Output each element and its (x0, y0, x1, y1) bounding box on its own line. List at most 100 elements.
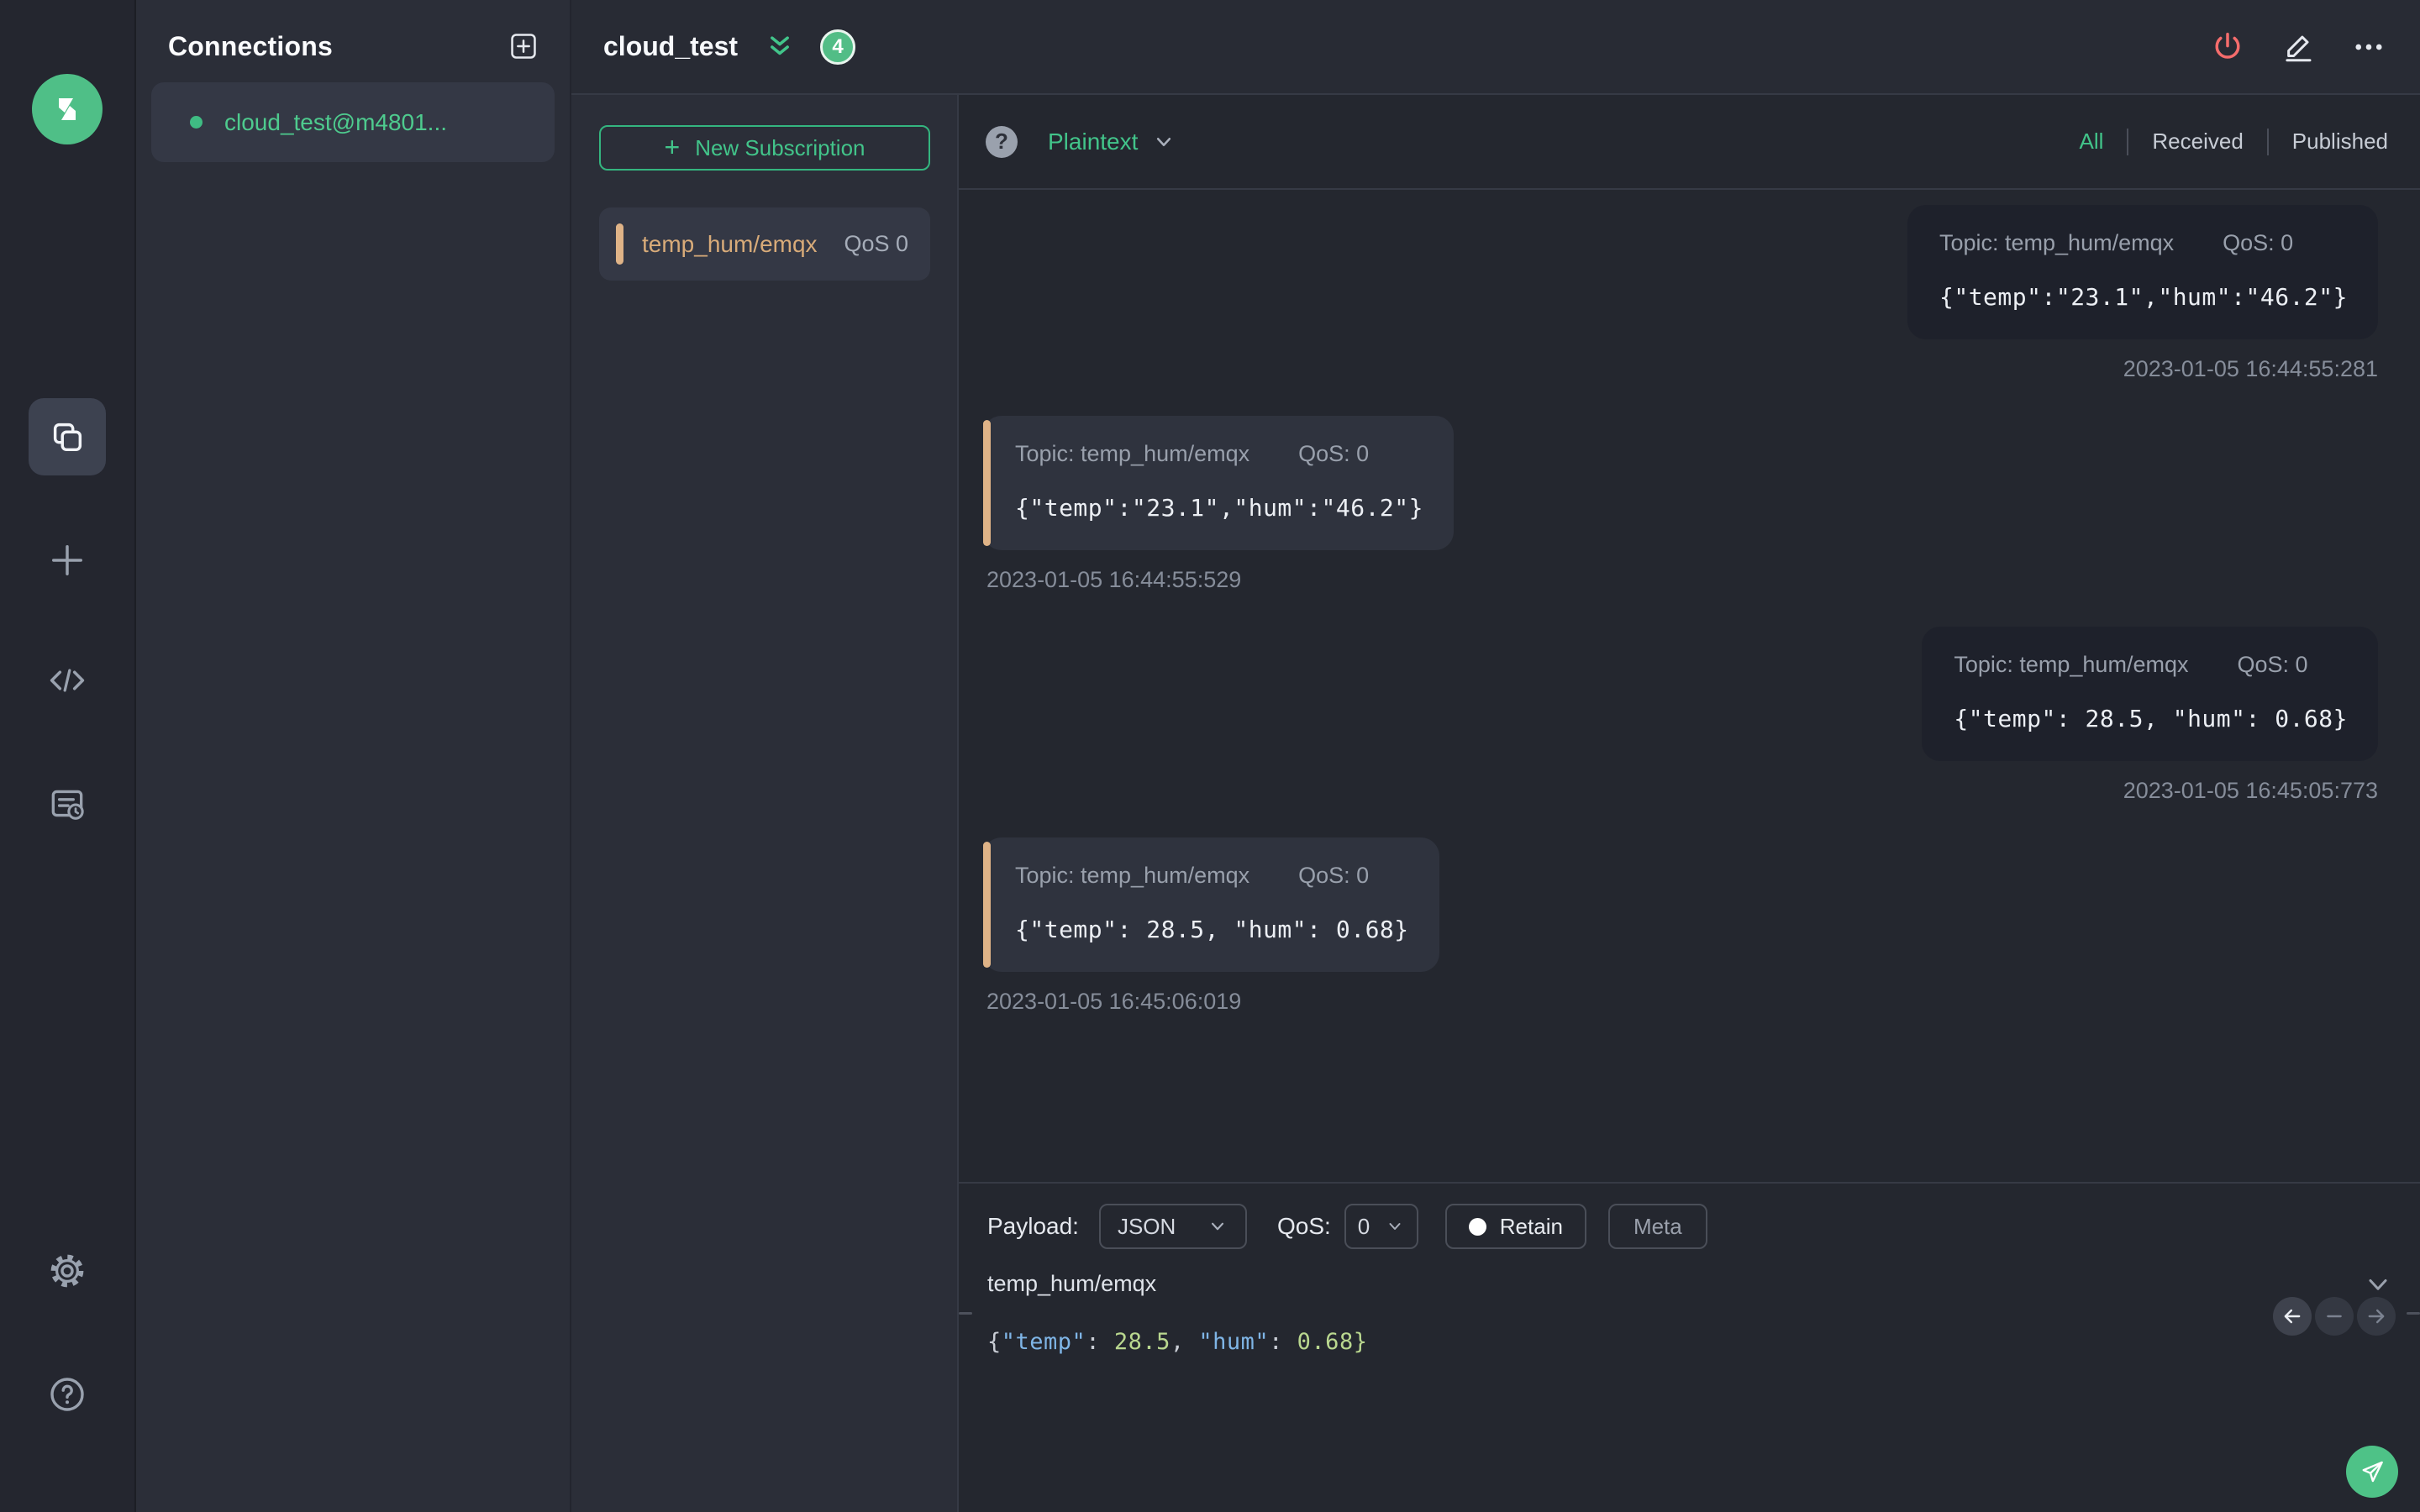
subscription-color-bar (616, 223, 623, 265)
message-timestamp: 2023-01-05 16:45:06:019 (986, 989, 1242, 1014)
subscription-count-badge: 4 (820, 29, 856, 65)
retain-toggle[interactable]: Retain (1444, 1204, 1586, 1249)
topbar-left: cloud_test 4 (603, 29, 856, 65)
topbar-actions (2210, 29, 2386, 65)
editor-resize-handle[interactable] (959, 1312, 2420, 1315)
message-qos: QoS: 0 (1298, 441, 1370, 466)
connections-title: Connections (168, 30, 333, 61)
connection-workspace: cloud_test 4 + New Subscription temp_hum… (571, 0, 2420, 1512)
message-topic: Topic: temp_hum/emqx (1015, 441, 1250, 466)
publish-panel: Payload: JSON QoS: 0 Retain Meta temp_hu… (959, 1182, 2420, 1512)
disconnect-button[interactable] (2210, 29, 2245, 65)
qos-select[interactable]: 0 (1344, 1204, 1418, 1249)
connection-topbar: cloud_test 4 (571, 0, 2420, 95)
sidebar-item-script[interactable] (29, 642, 106, 719)
retain-label: Retain (1499, 1213, 1563, 1239)
mqttx-logo[interactable] (32, 74, 103, 144)
collapse-panel-button[interactable] (763, 30, 797, 64)
plus-icon: + (664, 131, 681, 162)
add-connection-button[interactable] (508, 30, 539, 62)
chevron-down-icon (1151, 129, 1176, 155)
plus-square-icon (511, 34, 536, 59)
message-history-nav (2273, 1297, 2396, 1336)
message-qos: QoS: 0 (2237, 652, 2308, 677)
arrow-right-icon (2368, 1309, 2385, 1324)
chevron-down-icon (2369, 1279, 2387, 1290)
chevron-down-icon (1389, 1223, 1401, 1230)
subscription-item[interactable]: temp_hum/emqx QoS 0 (599, 207, 930, 281)
message-timestamp: 2023-01-05 16:44:55:281 (2123, 356, 2378, 381)
message-qos: QoS: 0 (2223, 230, 2294, 255)
new-subscription-label: New Subscription (695, 134, 865, 160)
message-payload: {"temp":"23.1","hum":"46.2"} (1939, 283, 2348, 311)
message-qos: QoS: 0 (1298, 863, 1370, 888)
publish-toolbar: Payload: JSON QoS: 0 Retain Meta (987, 1204, 2420, 1249)
message-payload: {"temp":"23.1","hum":"46.2"} (1015, 494, 1424, 522)
message-bubble[interactable]: Topic: temp_hum/emqx QoS: 0 {"temp": 28.… (1922, 627, 2378, 761)
message-format-select[interactable]: ? Plaintext (986, 125, 1176, 158)
subscriptions-panel: + New Subscription temp_hum/emqx QoS 0 (571, 95, 959, 1512)
message-filters: All Received Published (2079, 128, 2388, 155)
chevron-down-icon (1211, 1222, 1224, 1231)
connections-header: Connections (151, 0, 555, 62)
pencil-icon (2286, 35, 2312, 61)
sidebar-item-help[interactable] (29, 1356, 106, 1433)
history-next-button[interactable] (2357, 1297, 2396, 1336)
more-options-button[interactable] (2351, 29, 2386, 65)
messages-toolbar: ? Plaintext All Received Published (959, 95, 2420, 190)
sidebar-item-connections[interactable] (29, 398, 106, 475)
message-topic: Topic: temp_hum/emqx (1954, 652, 2189, 677)
message-list: Topic: temp_hum/emqx QoS: 0 {"temp":"23.… (959, 190, 2420, 1182)
gear-icon (50, 1254, 84, 1288)
message-bubble[interactable]: Topic: temp_hum/emqx QoS: 0 {"temp": 28.… (983, 837, 1439, 972)
message-bubble[interactable]: Topic: temp_hum/emqx QoS: 0 {"temp":"23.… (1907, 205, 2378, 339)
sidebar-item-log[interactable] (29, 765, 106, 843)
filter-divider (2266, 128, 2269, 155)
message-timestamp: 2023-01-05 16:44:55:529 (986, 567, 1242, 592)
question-circle-icon (50, 1378, 84, 1411)
payload-format-help-icon[interactable]: ? (986, 125, 1018, 158)
send-message-button[interactable] (2346, 1446, 2398, 1498)
ellipsis-icon (2355, 44, 2382, 50)
message-payload: {"temp": 28.5, "hum": 0.68} (1015, 916, 1409, 943)
payload-format-value: JSON (1117, 1213, 1176, 1239)
arrow-left-icon (2284, 1309, 2301, 1324)
history-clear-button[interactable] (2315, 1297, 2354, 1336)
plus-icon (52, 545, 82, 575)
history-prev-button[interactable] (2273, 1297, 2312, 1336)
code-icon (50, 669, 85, 692)
log-file-icon (51, 790, 84, 820)
message-bubble[interactable]: Topic: temp_hum/emqx QoS: 0 {"temp":"23.… (983, 416, 1455, 550)
subscription-topic: temp_hum/emqx (642, 230, 818, 257)
new-subscription-button[interactable]: + New Subscription (599, 125, 930, 171)
payload-editor-line: {"temp": 28.5, "hum": 0.68} (987, 1329, 1368, 1355)
payload-format-select[interactable]: JSON (1098, 1204, 1247, 1249)
message-meta: Topic: temp_hum/emqx QoS: 0 (1015, 863, 1409, 889)
message-meta: Topic: temp_hum/emqx QoS: 0 (1939, 230, 2348, 256)
connection-item[interactable]: cloud_test@m4801... (151, 82, 555, 162)
message-timestamp: 2023-01-05 16:45:05:773 (2123, 778, 2378, 803)
message-item-received: Topic: temp_hum/emqx QoS: 0 {"temp": 28.… (983, 837, 2378, 1015)
filter-received[interactable]: Received (2152, 129, 2243, 155)
topic-input[interactable]: temp_hum/emqx (987, 1271, 1156, 1297)
collapse-publish-button[interactable] (2363, 1269, 2393, 1299)
overlapping-squares-icon (53, 423, 82, 452)
double-chevron-down-icon (771, 35, 789, 55)
payload-editor[interactable]: {"temp": 28.5, "hum": 0.68} (987, 1329, 2420, 1355)
filter-published[interactable]: Published (2292, 129, 2388, 155)
message-item-published: Topic: temp_hum/emqx QoS: 0 {"temp": 28.… (983, 627, 2378, 804)
messages-panel: ? Plaintext All Received Published Topic… (959, 95, 2420, 1512)
sidebar-item-new-connection[interactable] (29, 522, 106, 599)
app-sidebar (0, 0, 136, 1512)
minus-icon (2327, 1315, 2342, 1318)
message-format-value: Plaintext (1048, 128, 1139, 155)
retain-dot-icon (1468, 1217, 1486, 1236)
payload-format-label: Payload: (987, 1213, 1079, 1239)
power-icon (2215, 32, 2240, 59)
filter-all[interactable]: All (2079, 129, 2103, 155)
subscription-qos: QoS 0 (844, 231, 908, 256)
meta-button[interactable]: Meta (1607, 1204, 1707, 1249)
edit-connection-button[interactable] (2281, 29, 2316, 65)
sidebar-item-settings[interactable] (29, 1232, 106, 1310)
connection-name: cloud_test@m4801... (224, 108, 448, 135)
